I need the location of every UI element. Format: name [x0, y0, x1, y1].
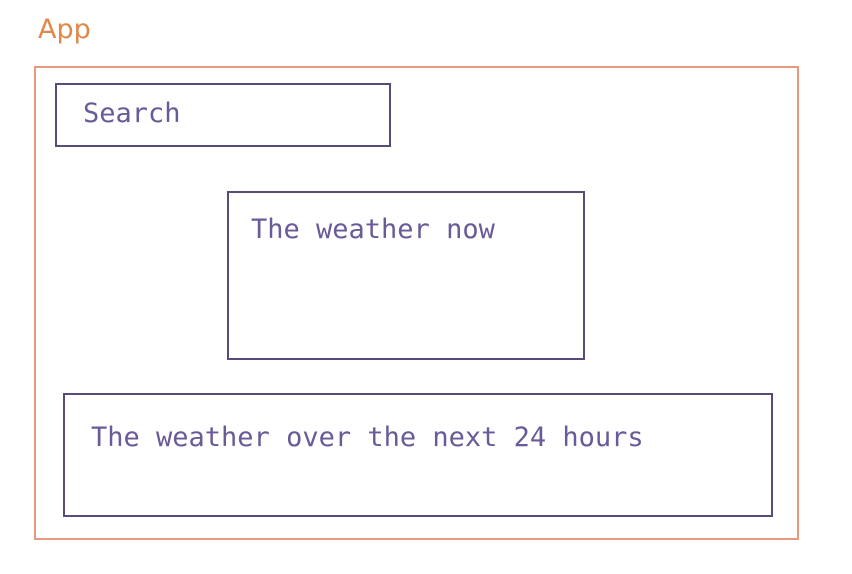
current-weather-component: The weather now [227, 191, 585, 360]
forecast-component: The weather over the next 24 hours [63, 393, 773, 517]
current-weather-label: The weather now [251, 214, 495, 245]
search-component: Search [55, 83, 391, 147]
forecast-label: The weather over the next 24 hours [91, 422, 644, 453]
search-label: Search [83, 98, 181, 129]
app-label: App [38, 14, 91, 45]
